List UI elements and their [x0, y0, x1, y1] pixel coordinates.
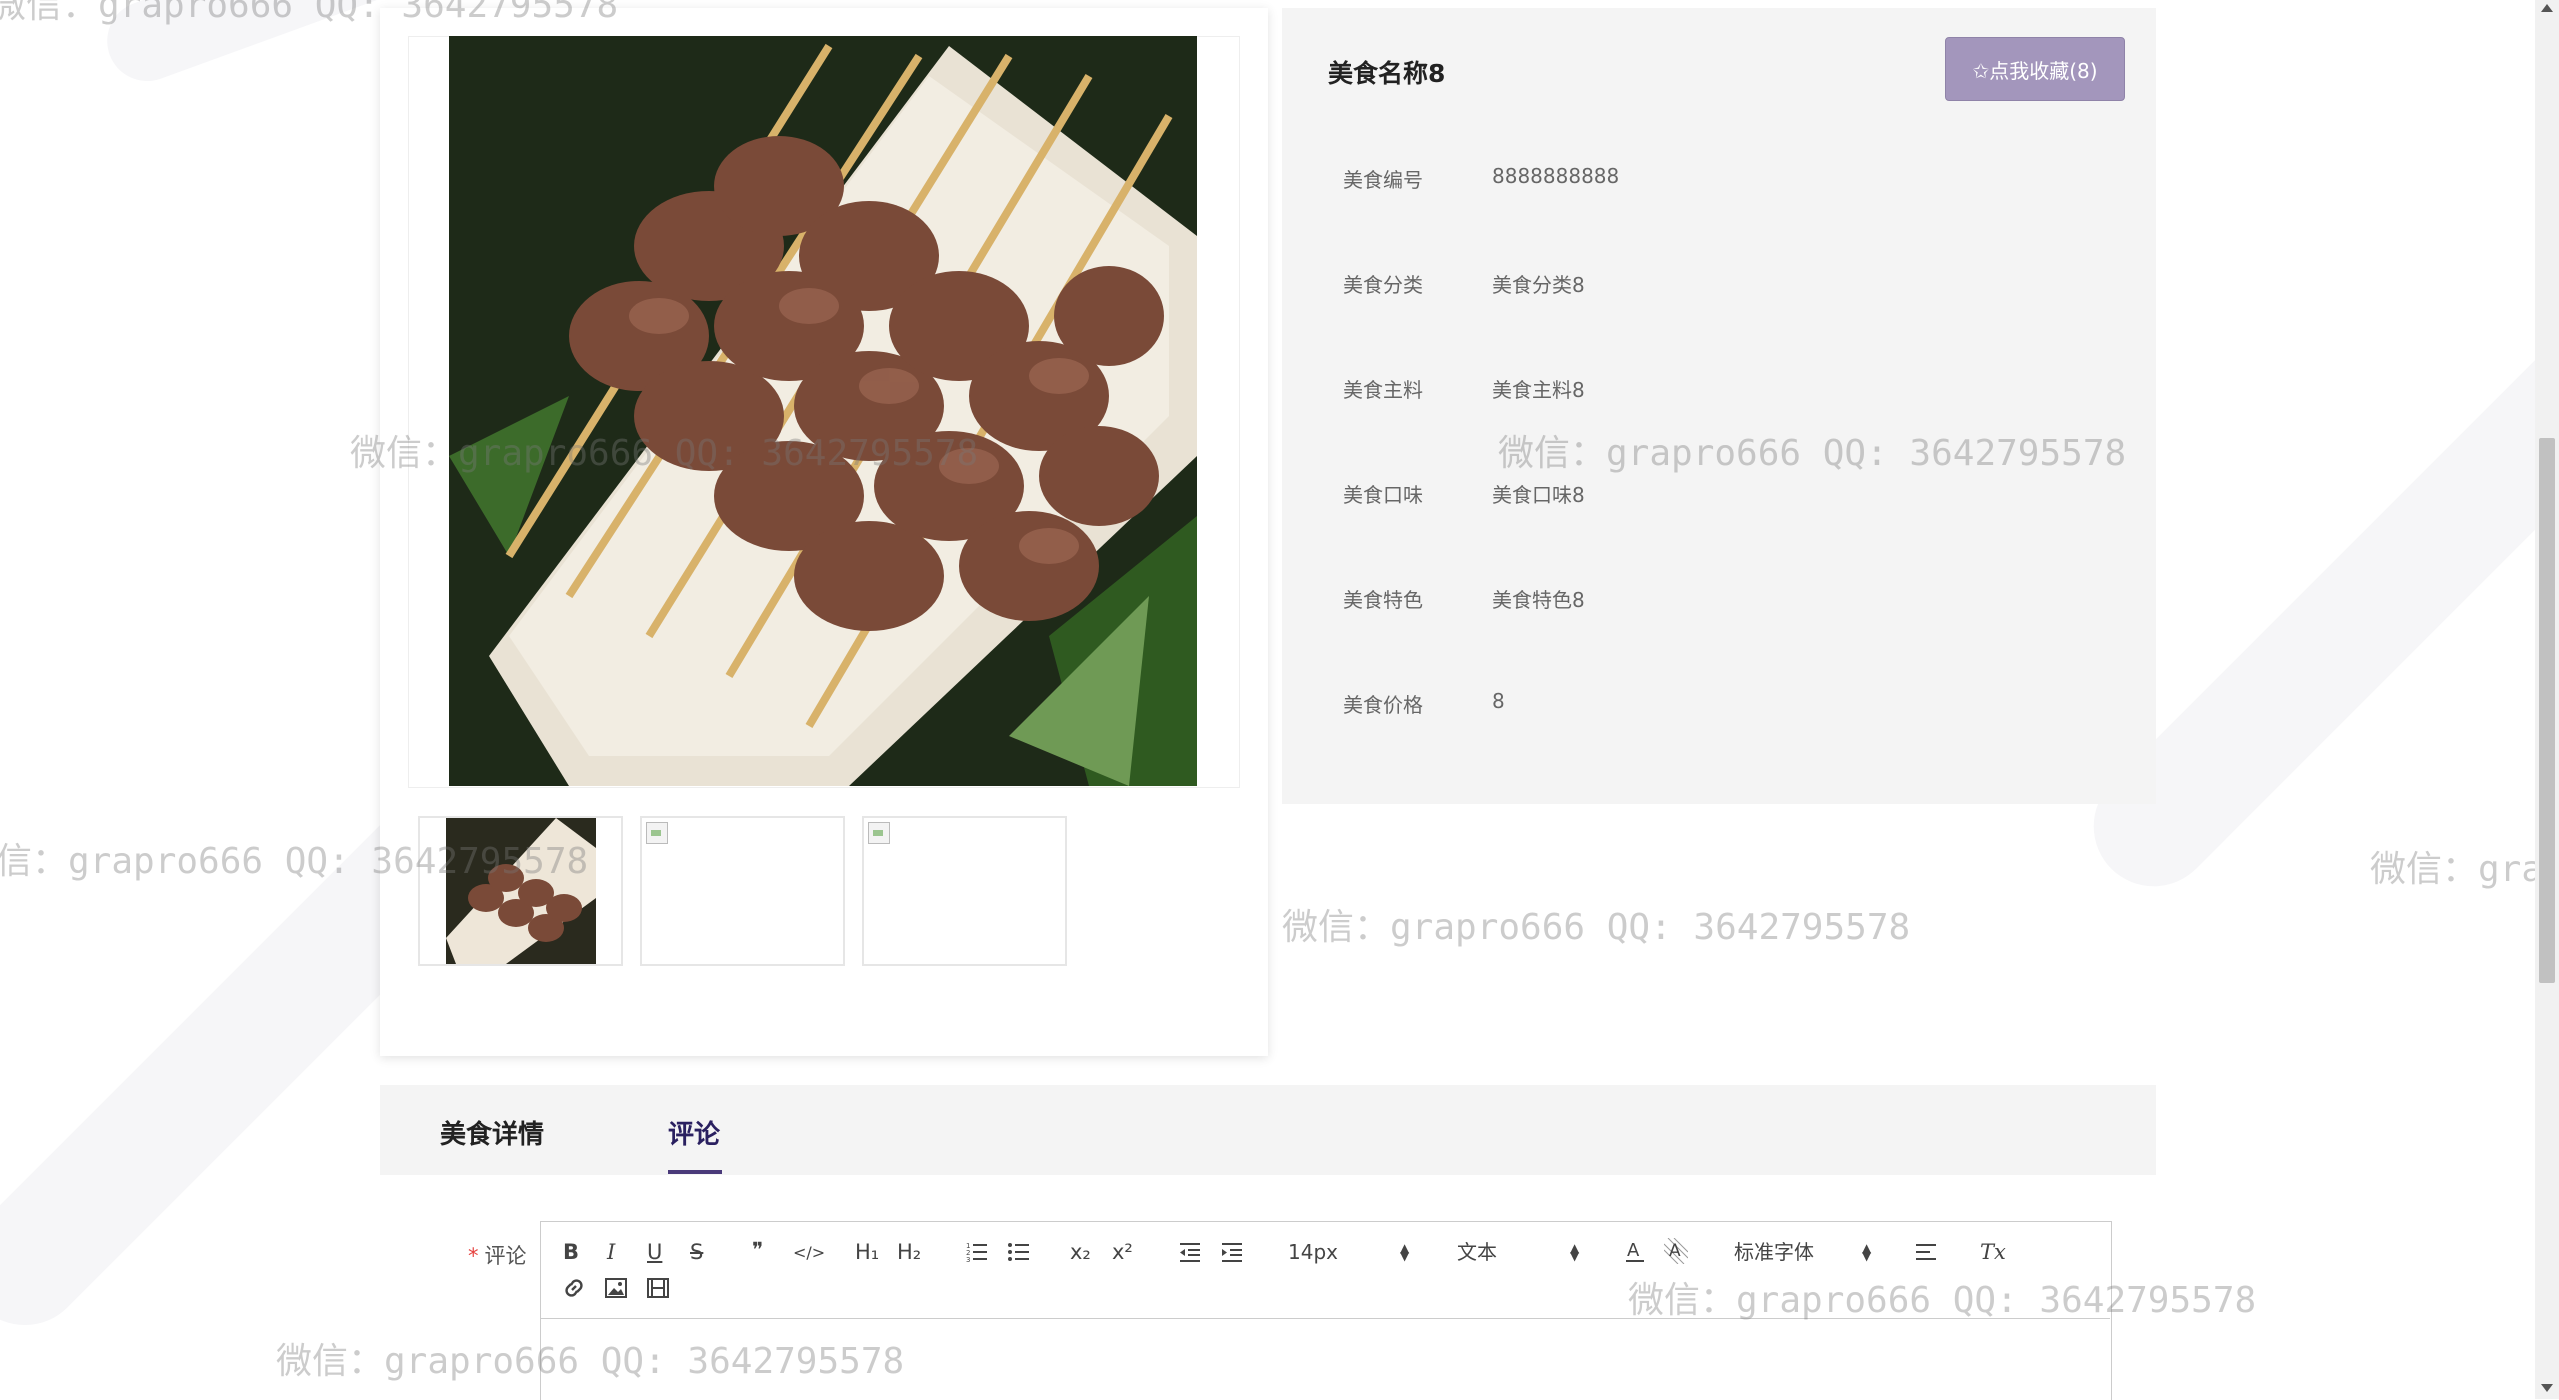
- watermark: 微信：grapro666 QQ: 3642795578: [0, 841, 589, 882]
- scrollbar-thumb[interactable]: [2539, 438, 2555, 983]
- active-tab-indicator: [668, 1170, 722, 1174]
- watermark: 微信：grapro666 QQ: 3642795578: [2370, 849, 2559, 890]
- svg-text:A: A: [1627, 1240, 1640, 1261]
- blockquote-button[interactable]: ❞: [752, 1238, 763, 1262]
- text-type-dropdown-icon[interactable]: ▲ ▼: [1570, 1242, 1579, 1262]
- watermark: 微信：grapro666 QQ: 3642795578: [0, 0, 619, 26]
- outdent-icon[interactable]: [1178, 1241, 1202, 1267]
- link-icon[interactable]: [562, 1276, 586, 1304]
- italic-button[interactable]: I: [607, 1240, 615, 1264]
- align-icon[interactable]: [1914, 1241, 1938, 1267]
- scroll-down-arrow[interactable]: [2541, 1384, 2553, 1392]
- favorite-button[interactable]: ✩点我收藏(8): [1945, 37, 2125, 101]
- watermark: 微信：grapro666 QQ: 3642795578: [1282, 907, 1911, 948]
- comment-label: * 评论: [468, 1240, 527, 1270]
- svg-text:A: A: [1669, 1241, 1681, 1261]
- broken-image-icon: [646, 822, 668, 844]
- food-skewers-image: [449, 36, 1197, 786]
- field-value-flavor: 美食口味8: [1492, 483, 1585, 507]
- font-family-select[interactable]: 标准字体: [1734, 1240, 1814, 1264]
- bold-button[interactable]: B: [563, 1240, 579, 1264]
- font-size-select[interactable]: 14px: [1288, 1240, 1338, 1264]
- field-label-flavor: 美食口味: [1343, 483, 1423, 507]
- required-mark: *: [468, 1244, 479, 1268]
- watermark: 微信：grapro666 QQ: 3642795578: [1628, 1280, 2257, 1321]
- subscript-button[interactable]: x₂: [1070, 1240, 1091, 1264]
- watermark: 微信：grapro666 QQ: 3642795578: [1498, 433, 2127, 474]
- superscript-button[interactable]: x²: [1112, 1240, 1133, 1264]
- strike-button[interactable]: S: [690, 1240, 703, 1264]
- field-value-id: 8888888888: [1492, 164, 1620, 188]
- font-color-icon[interactable]: A: [1624, 1238, 1646, 1268]
- tab-comments[interactable]: 评论: [668, 1114, 720, 1151]
- header-1-button[interactable]: H₁: [855, 1240, 879, 1264]
- underline-button[interactable]: U: [647, 1240, 662, 1264]
- field-value-price: 8: [1492, 689, 1505, 713]
- tabs-bar: [380, 1085, 2156, 1175]
- field-label-category: 美食分类: [1343, 273, 1423, 297]
- thumbnail-3[interactable]: [862, 816, 1067, 966]
- thumbnail-2[interactable]: [640, 816, 845, 966]
- watermark: 微信：grapro666 QQ: 3642795578: [350, 433, 979, 474]
- clear-format-button[interactable]: Tx: [1980, 1240, 2006, 1264]
- background-color-icon[interactable]: A: [1663, 1237, 1689, 1268]
- field-label-feature: 美食特色: [1343, 588, 1423, 612]
- field-value-feature: 美食特色8: [1492, 588, 1585, 612]
- field-label-id: 美食编号: [1343, 168, 1423, 192]
- header-2-button[interactable]: H₂: [897, 1240, 921, 1264]
- main-food-image[interactable]: [449, 36, 1197, 786]
- watermark: 微信：grapro666 QQ: 3642795578: [276, 1341, 905, 1382]
- broken-image-icon: [868, 822, 890, 844]
- font-size-dropdown-icon[interactable]: ▲ ▼: [1400, 1242, 1409, 1262]
- field-value-ingredient: 美食主料8: [1492, 378, 1585, 402]
- product-info-panel: [1282, 8, 2156, 804]
- indent-icon[interactable]: [1220, 1241, 1244, 1267]
- comment-label-text: 评论: [484, 1244, 527, 1268]
- tab-details[interactable]: 美食详情: [440, 1114, 544, 1151]
- font-family-dropdown-icon[interactable]: ▲ ▼: [1862, 1242, 1871, 1262]
- product-name: 美食名称8: [1328, 59, 1446, 88]
- bullet-list-icon[interactable]: [1007, 1241, 1031, 1267]
- field-label-price: 美食价格: [1343, 693, 1423, 717]
- svg-text:3: 3: [966, 1256, 970, 1263]
- scroll-up-arrow[interactable]: [2541, 4, 2553, 12]
- video-icon[interactable]: [646, 1277, 670, 1303]
- text-type-select[interactable]: 文本: [1457, 1240, 1497, 1264]
- field-value-category: 美食分类8: [1492, 273, 1585, 297]
- code-block-button[interactable]: </>: [793, 1241, 825, 1265]
- field-label-ingredient: 美食主料: [1343, 378, 1423, 402]
- ordered-list-icon[interactable]: 123: [965, 1241, 989, 1267]
- image-icon[interactable]: [604, 1277, 628, 1303]
